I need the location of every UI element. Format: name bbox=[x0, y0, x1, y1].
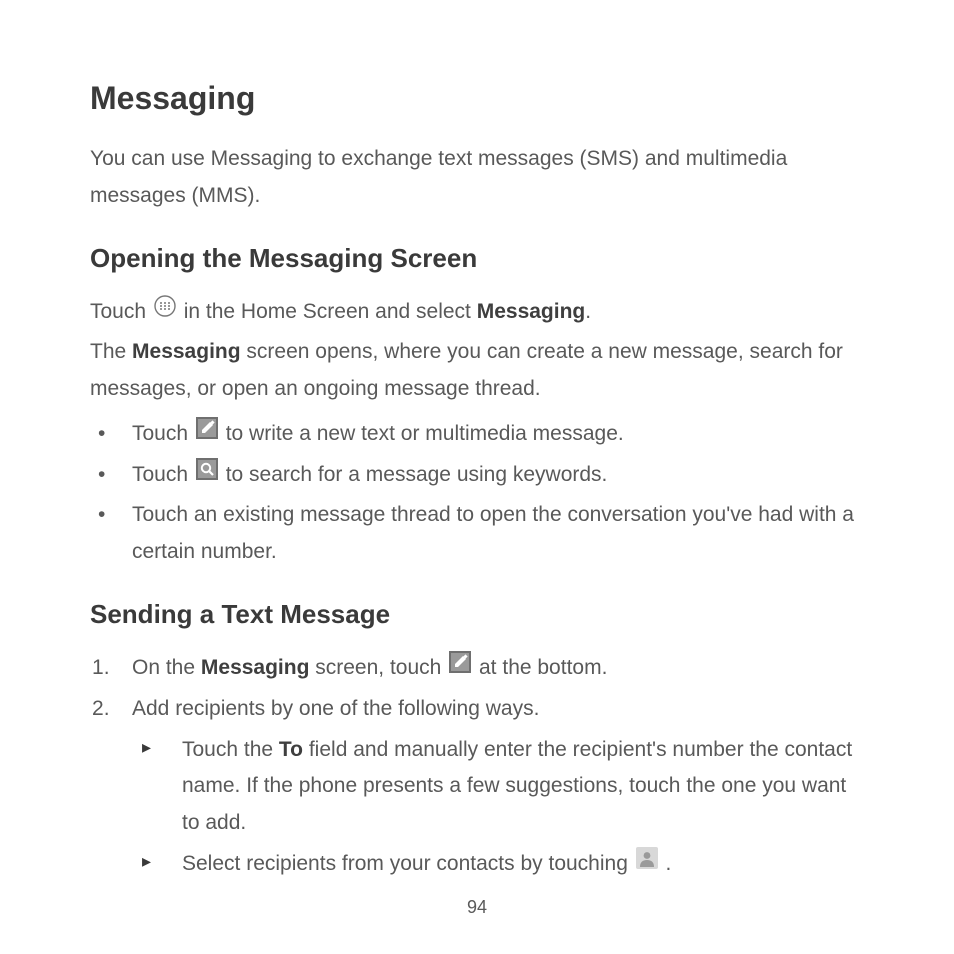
text: Add recipients by one of the following w… bbox=[132, 697, 539, 720]
text: at the bottom. bbox=[473, 656, 607, 679]
text: to search for a message using keywords. bbox=[220, 463, 608, 486]
substeps: Touch the To field and manually enter th… bbox=[132, 732, 864, 883]
text-bold: Messaging bbox=[201, 656, 310, 679]
compose-icon bbox=[196, 415, 218, 452]
bullet-item: Touch an existing message thread to open… bbox=[90, 497, 864, 571]
text-bold: Messaging bbox=[132, 340, 241, 363]
contact-icon bbox=[636, 845, 658, 882]
opening-para-1: Touch in the Home Screen and select Mess… bbox=[90, 294, 864, 331]
text: Select recipients from your contacts by … bbox=[182, 852, 634, 875]
bullet-item: Touch to write a new text or multimedia … bbox=[90, 416, 864, 453]
page-title: Messaging bbox=[90, 80, 864, 117]
opening-para-2: The Messaging screen opens, where you ca… bbox=[90, 334, 864, 408]
substep-item: Touch the To field and manually enter th… bbox=[132, 732, 864, 842]
section-sending: Sending a Text Message On the Messaging … bbox=[90, 599, 864, 883]
page-number: 94 bbox=[0, 897, 954, 918]
sending-steps: On the Messaging screen, touch at the bo… bbox=[90, 650, 864, 883]
text: . bbox=[660, 852, 672, 875]
text: to write a new text or multimedia messag… bbox=[220, 422, 624, 445]
text: screen, touch bbox=[309, 656, 447, 679]
bullet-item: Touch to search for a message using keyw… bbox=[90, 457, 864, 494]
intro-paragraph: You can use Messaging to exchange text m… bbox=[90, 141, 864, 215]
section-heading-sending: Sending a Text Message bbox=[90, 599, 864, 630]
text: The bbox=[90, 340, 132, 363]
text: Touch the bbox=[182, 738, 279, 761]
apps-grid-icon bbox=[154, 293, 176, 330]
text: Touch bbox=[90, 300, 152, 323]
compose-icon bbox=[449, 649, 471, 686]
text: Touch bbox=[132, 463, 194, 486]
text: On the bbox=[132, 656, 201, 679]
text: Touch bbox=[132, 422, 194, 445]
substep-item: Select recipients from your contacts by … bbox=[132, 846, 864, 883]
text: in the Home Screen and select bbox=[178, 300, 477, 323]
text: . bbox=[585, 300, 591, 323]
search-icon bbox=[196, 456, 218, 493]
section-opening: Opening the Messaging Screen Touch in th… bbox=[90, 243, 864, 571]
text-bold: Messaging bbox=[477, 300, 586, 323]
opening-bullets: Touch to write a new text or multimedia … bbox=[90, 416, 864, 571]
text-bold: To bbox=[279, 738, 303, 761]
step-item: On the Messaging screen, touch at the bo… bbox=[90, 650, 864, 687]
step-item: Add recipients by one of the following w… bbox=[90, 691, 864, 883]
section-heading-opening: Opening the Messaging Screen bbox=[90, 243, 864, 274]
